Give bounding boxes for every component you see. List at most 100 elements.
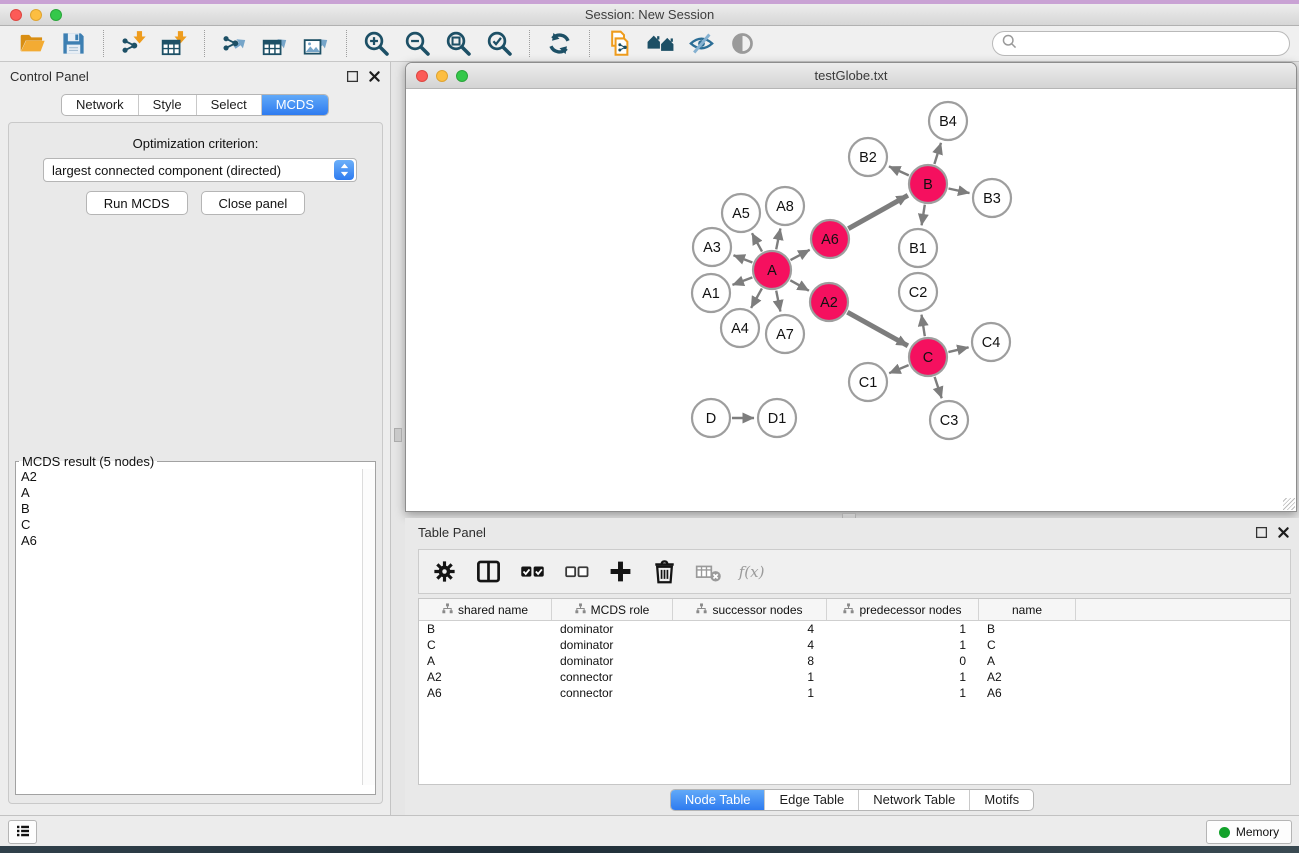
home-icon[interactable] — [640, 29, 681, 59]
save-session-icon[interactable] — [53, 29, 94, 59]
table-row[interactable]: Adominator80A — [419, 653, 1290, 669]
table-settings-icon[interactable] — [429, 557, 459, 587]
table-cell[interactable]: A6 — [979, 686, 1076, 700]
delete-row-icon[interactable] — [649, 557, 679, 587]
import-network-icon[interactable] — [113, 29, 154, 59]
close-panel-icon[interactable] — [366, 68, 382, 84]
select-all-icon[interactable] — [517, 557, 547, 587]
show-graphics-icon[interactable] — [722, 29, 763, 59]
column-header-shared-name[interactable]: shared name — [419, 599, 552, 620]
tab-mcds[interactable]: MCDS — [262, 95, 328, 115]
run-mcds-button[interactable]: Run MCDS — [86, 191, 188, 215]
result-scrollbar[interactable] — [362, 469, 375, 785]
table-row[interactable]: A6connector11A6 — [419, 685, 1290, 701]
graph-edge-C-C1[interactable] — [889, 365, 908, 373]
table-cell[interactable]: A2 — [419, 670, 552, 684]
duplicate-network-icon[interactable] — [599, 29, 640, 59]
splitter-handle-vertical[interactable] — [394, 428, 402, 442]
zoom-fit-icon[interactable] — [438, 29, 479, 59]
graph-edge-A6-B[interactable] — [848, 195, 908, 228]
table-cell[interactable]: B — [979, 622, 1076, 636]
graph-edge-A-A8[interactable] — [776, 229, 780, 250]
table-cell[interactable]: dominator — [552, 638, 673, 652]
table-cell[interactable]: A2 — [979, 670, 1076, 684]
graph-edge-A-A3[interactable] — [734, 255, 753, 262]
column-layout-icon[interactable] — [473, 557, 503, 587]
table-cell[interactable]: dominator — [552, 622, 673, 636]
mcds-result-item[interactable]: B — [16, 501, 375, 517]
table-row[interactable]: Bdominator41B — [419, 621, 1290, 637]
hide-details-icon[interactable] — [681, 29, 722, 59]
delete-table-icon[interactable] — [693, 557, 723, 587]
table-cell[interactable]: 8 — [673, 654, 827, 668]
table-cell[interactable]: 0 — [827, 654, 979, 668]
graph-edge-A-A2[interactable] — [790, 280, 809, 290]
table-cell[interactable]: C — [979, 638, 1076, 652]
table-cell[interactable]: 1 — [827, 638, 979, 652]
import-table-icon[interactable] — [154, 29, 195, 59]
tab-edge-table[interactable]: Edge Table — [765, 790, 859, 810]
float-table-panel-icon[interactable] — [1253, 524, 1269, 540]
mcds-result-item[interactable]: A2 — [16, 469, 375, 485]
column-header-successor-nodes[interactable]: successor nodes — [673, 599, 827, 620]
tab-network-table[interactable]: Network Table — [859, 790, 970, 810]
tab-style[interactable]: Style — [139, 95, 197, 115]
table-cell[interactable]: 1 — [827, 670, 979, 684]
table-row[interactable]: A2connector11A2 — [419, 669, 1290, 685]
graph-edge-A-A6[interactable] — [791, 250, 810, 260]
table-cell[interactable]: B — [419, 622, 552, 636]
add-row-icon[interactable] — [605, 557, 635, 587]
float-panel-icon[interactable] — [344, 68, 360, 84]
zoom-selected-icon[interactable] — [479, 29, 520, 59]
table-cell[interactable]: 1 — [673, 686, 827, 700]
close-table-panel-icon[interactable] — [1275, 524, 1291, 540]
table-row[interactable]: Cdominator41C — [419, 637, 1290, 653]
table-cell[interactable]: dominator — [552, 654, 673, 668]
table-cell[interactable]: 1 — [827, 622, 979, 636]
graph-edge-B-B1[interactable] — [922, 205, 925, 226]
graph-edge-C-C3[interactable] — [935, 377, 942, 398]
network-window-titlebar[interactable]: testGlobe.txt — [406, 63, 1296, 89]
tab-network[interactable]: Network — [62, 95, 139, 115]
table-cell[interactable]: connector — [552, 686, 673, 700]
export-network-icon[interactable] — [214, 29, 255, 59]
zoom-out-icon[interactable] — [397, 29, 438, 59]
table-cell[interactable]: 1 — [827, 686, 979, 700]
mcds-result-item[interactable]: A6 — [16, 533, 375, 549]
graph-edge-A-A4[interactable] — [751, 288, 762, 308]
tab-motifs[interactable]: Motifs — [970, 790, 1033, 810]
deselect-all-icon[interactable] — [561, 557, 591, 587]
table-cell[interactable]: 4 — [673, 622, 827, 636]
memory-button[interactable]: Memory — [1206, 820, 1292, 844]
graph-edge-B-B3[interactable] — [949, 189, 970, 194]
search-input[interactable] — [1019, 34, 1289, 54]
mcds-result-item[interactable]: C — [16, 517, 375, 533]
network-canvas[interactable]: B4B2BB3A5A8A6A3B1AA1C2A2A4A7C4CC1DD1C3 — [406, 89, 1296, 511]
graph-edge-A-A1[interactable] — [733, 277, 753, 285]
table-cell[interactable]: connector — [552, 670, 673, 684]
mcds-result-item[interactable]: A — [16, 485, 375, 501]
criterion-select[interactable]: largest connected component (directed) — [43, 158, 357, 182]
open-file-icon[interactable] — [12, 29, 53, 59]
export-image-icon[interactable] — [296, 29, 337, 59]
column-header-mcds-role[interactable]: MCDS role — [552, 599, 673, 620]
tab-select[interactable]: Select — [197, 95, 262, 115]
table-cell[interactable]: C — [419, 638, 552, 652]
task-history-button[interactable] — [8, 820, 37, 844]
resize-handle[interactable] — [1283, 498, 1295, 510]
graph-edge-C-C4[interactable] — [948, 347, 968, 352]
refresh-icon[interactable] — [539, 29, 580, 59]
graph-edge-C-C2[interactable] — [922, 315, 925, 337]
table-cell[interactable]: 4 — [673, 638, 827, 652]
graph-edge-A2-C[interactable] — [847, 312, 908, 346]
graph-edge-A-A7[interactable] — [776, 291, 780, 312]
table-cell[interactable]: A6 — [419, 686, 552, 700]
graph-edge-A-A5[interactable] — [752, 233, 762, 251]
column-header-name[interactable]: name — [979, 599, 1076, 620]
export-table-icon[interactable] — [255, 29, 296, 59]
table-cell[interactable]: A — [419, 654, 552, 668]
table-cell[interactable]: 1 — [673, 670, 827, 684]
zoom-in-icon[interactable] — [356, 29, 397, 59]
table-cell[interactable]: A — [979, 654, 1076, 668]
column-header-predecessor-nodes[interactable]: predecessor nodes — [827, 599, 979, 620]
